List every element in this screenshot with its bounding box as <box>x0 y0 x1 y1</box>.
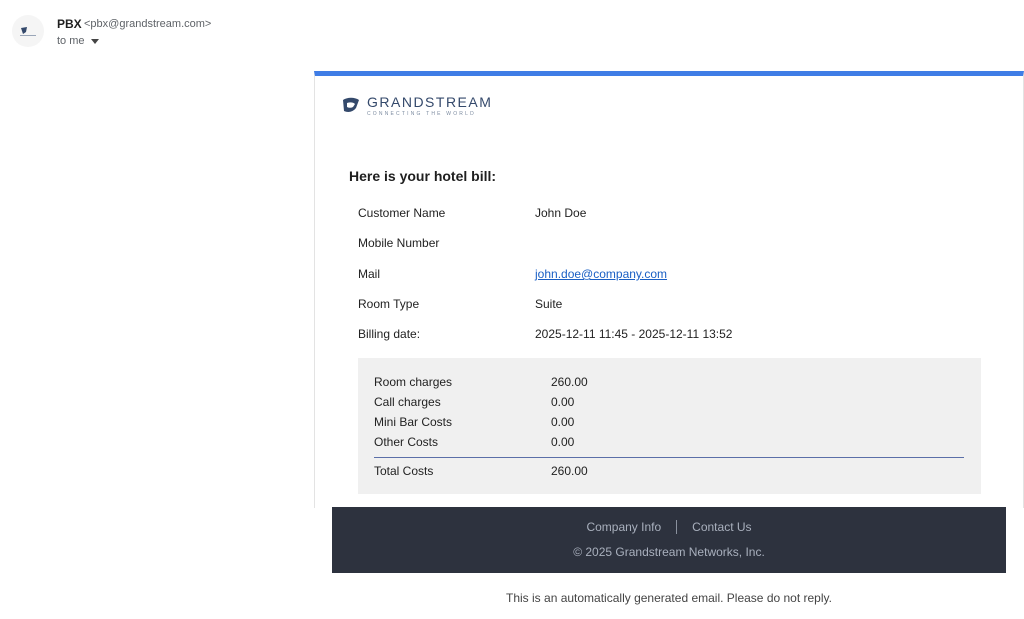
grandstream-logo-icon <box>343 97 359 112</box>
info-value: John Doe <box>535 206 587 220</box>
charge-value: 0.00 <box>551 415 575 429</box>
charge-row-room: Room charges 260.00 <box>374 375 588 389</box>
grandstream-logo-icon <box>20 27 36 36</box>
auto-generated-note: This is an automatically generated email… <box>506 591 832 605</box>
charges-panel: Room charges 260.00 Call charges 0.00 Mi… <box>358 358 981 494</box>
info-label: Mail <box>358 267 381 281</box>
email-footer: Company Info Contact Us © 2025 Grandstre… <box>332 507 1006 573</box>
caret-down-icon[interactable] <box>90 38 99 44</box>
grandstream-logo: GRANDSTREAM CONNECTING THE WORLD <box>341 94 492 117</box>
charge-row-call: Call charges 0.00 <box>374 395 574 409</box>
charge-value: 260.00 <box>551 375 588 389</box>
charge-row-total: Total Costs 260.00 <box>374 464 588 478</box>
logo-title: GRANDSTREAM <box>367 94 493 110</box>
info-value: 2025-12-11 11:45 - 2025-12-11 13:52 <box>535 327 733 341</box>
info-label: Customer Name <box>358 206 446 220</box>
info-value: Suite <box>535 297 563 311</box>
info-row-customer-name: Customer Name John Doe <box>358 206 586 220</box>
info-label: Billing date: <box>358 327 421 341</box>
sender-name[interactable]: PBX <box>57 17 82 31</box>
sender-email: <pbx@grandstream.com> <box>84 18 212 30</box>
charge-row-other: Other Costs 0.00 <box>374 435 574 449</box>
company-info-link[interactable]: Company Info <box>586 520 661 534</box>
info-row-mobile-number: Mobile Number <box>358 236 535 250</box>
bill-heading: Here is your hotel bill: <box>349 168 497 184</box>
charge-label: Room charges <box>374 375 453 389</box>
total-label: Total Costs <box>374 464 434 478</box>
charge-value: 0.00 <box>551 395 575 409</box>
contact-us-link[interactable]: Contact Us <box>692 520 751 534</box>
charge-label: Mini Bar Costs <box>374 415 453 429</box>
footer-divider <box>676 520 678 534</box>
charge-label: Other Costs <box>374 435 439 449</box>
charge-label: Call charges <box>374 395 441 409</box>
total-value: 260.00 <box>551 464 588 478</box>
mail-link[interactable]: john.doe@company.com <box>535 267 667 281</box>
charge-value: 0.00 <box>551 435 575 449</box>
charges-divider <box>374 457 964 458</box>
info-label: Room Type <box>358 297 420 311</box>
info-label: Mobile Number <box>358 236 440 250</box>
logo-tagline: CONNECTING THE WORLD <box>367 111 476 117</box>
info-row-mail: Mail john.doe@company.com <box>358 267 667 281</box>
footer-copyright: © 2025 Grandstream Networks, Inc. <box>573 545 765 559</box>
recipient-details[interactable]: to me <box>57 35 99 47</box>
charge-row-minibar: Mini Bar Costs 0.00 <box>374 415 574 429</box>
footer-links: Company Info Contact Us <box>332 520 1006 534</box>
info-row-billing-date: Billing date: 2025-12-11 11:45 - 2025-12… <box>358 327 732 341</box>
sender-avatar[interactable] <box>12 15 44 47</box>
email-card: GRANDSTREAM CONNECTING THE WORLD Here is… <box>314 71 1024 508</box>
recipient-label: to me <box>57 35 85 47</box>
info-row-room-type: Room Type Suite <box>358 297 562 311</box>
